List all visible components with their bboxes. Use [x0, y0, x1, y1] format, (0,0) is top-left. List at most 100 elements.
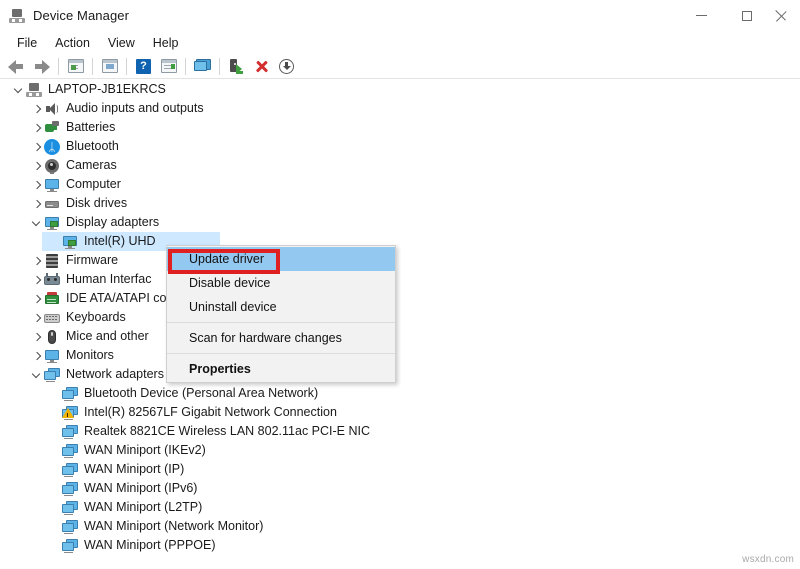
tree-expander-expand[interactable]: [28, 175, 44, 194]
tree-row-label: Mice and other: [66, 327, 149, 346]
scan-for-hardware-changes-icon: [229, 59, 244, 74]
tree-expander-collapse[interactable]: [28, 213, 44, 232]
update-driver-button[interactable]: [156, 55, 181, 77]
tree-expander-expand[interactable]: [28, 251, 44, 270]
tree-row[interactable]: Cameras: [0, 156, 800, 175]
tree-row[interactable]: WAN Miniport (IPv6): [0, 479, 800, 498]
tree-expander-collapse[interactable]: [10, 80, 26, 99]
tree-row[interactable]: Disk drives: [0, 194, 800, 213]
tree-row-label: Audio inputs and outputs: [66, 99, 204, 118]
tree-expander-none: [46, 498, 62, 517]
tree-row[interactable]: IDE ATA/ATAPI co: [0, 289, 800, 308]
tree-expander-collapse[interactable]: [28, 365, 44, 384]
scan-displays-icon: [194, 59, 211, 73]
tree-row-label: Intel(R) 82567LF Gigabit Network Connect…: [84, 403, 337, 422]
show-hide-console-tree-button[interactable]: [63, 55, 88, 77]
tree-expander-expand[interactable]: [28, 118, 44, 137]
tree-row[interactable]: Human Interfac: [0, 270, 800, 289]
tree-row[interactable]: Audio inputs and outputs: [0, 99, 800, 118]
tree-row[interactable]: Monitors: [0, 346, 800, 365]
tree-row-label: Batteries: [66, 118, 115, 137]
context-menu-item[interactable]: Update driver: [167, 247, 395, 271]
properties-button[interactable]: [97, 55, 122, 77]
tree-expander-none: [46, 441, 62, 460]
minimize-button[interactable]: [678, 0, 724, 31]
network-adapter-icon: [62, 462, 78, 478]
tree-row-label: Computer: [66, 175, 121, 194]
tree-expander-none: [46, 479, 62, 498]
context-menu-item[interactable]: Properties: [167, 357, 395, 381]
context-menu-item[interactable]: Scan for hardware changes: [167, 326, 395, 350]
display-adapter-icon: [44, 215, 60, 231]
tree-row-label: Cameras: [66, 156, 117, 175]
ide-controller-icon: [44, 291, 60, 307]
menu-action[interactable]: Action: [46, 34, 99, 52]
network-adapter-icon: [62, 519, 78, 535]
tree-expander-expand[interactable]: [28, 194, 44, 213]
maximize-button[interactable]: [724, 0, 770, 31]
tree-row[interactable]: Mice and other: [0, 327, 800, 346]
uninstall-device-button[interactable]: [249, 55, 274, 77]
tree-expander-expand[interactable]: [28, 156, 44, 175]
tree-row[interactable]: Realtek 8821CE Wireless LAN 802.11ac PCI…: [0, 422, 800, 441]
tree-expander-expand[interactable]: [28, 308, 44, 327]
camera-icon: [44, 158, 60, 174]
tree-expander-expand[interactable]: [28, 327, 44, 346]
tree-row-label: Keyboards: [66, 308, 126, 327]
tree-expander-expand[interactable]: [28, 99, 44, 118]
tree-row[interactable]: WAN Miniport (IP): [0, 460, 800, 479]
context-menu-item[interactable]: Uninstall device: [167, 295, 395, 319]
display-button[interactable]: [190, 55, 215, 77]
tree-row[interactable]: ᛦBluetooth: [0, 137, 800, 156]
tree-row-selected[interactable]: Intel(R) UHD: [0, 232, 800, 251]
bluetooth-icon: ᛦ: [44, 139, 60, 155]
forward-button[interactable]: [29, 55, 54, 77]
window-controls: [678, 0, 800, 31]
back-button[interactable]: [4, 55, 29, 77]
tree-expander-none: [46, 460, 62, 479]
uninstall-device-icon: [254, 59, 269, 74]
tree-row[interactable]: Intel(R) 82567LF Gigabit Network Connect…: [0, 403, 800, 422]
window-title: Device Manager: [33, 8, 129, 23]
tree-row-label: Monitors: [66, 346, 114, 365]
help-button[interactable]: ?: [131, 55, 156, 77]
properties-icon: [102, 59, 118, 73]
tree-row[interactable]: Bluetooth Device (Personal Area Network): [0, 384, 800, 403]
network-adapter-icon: [62, 424, 78, 440]
keyboard-icon: [44, 310, 60, 326]
back-arrow-icon: [8, 59, 25, 73]
tree-expander-expand[interactable]: [28, 270, 44, 289]
tree-row[interactable]: WAN Miniport (IKEv2): [0, 441, 800, 460]
close-icon: [776, 10, 788, 22]
toolbar-separator: [58, 58, 59, 75]
menu-view[interactable]: View: [99, 34, 144, 52]
tree-row-label: Display adapters: [66, 213, 159, 232]
tree-expander-expand[interactable]: [28, 137, 44, 156]
menu-file[interactable]: File: [8, 34, 46, 52]
network-adapter-warning-icon: [62, 405, 78, 421]
tree-row[interactable]: Keyboards: [0, 308, 800, 327]
tree-row[interactable]: WAN Miniport (L2TP): [0, 498, 800, 517]
tree-row[interactable]: Batteries: [0, 118, 800, 137]
close-button[interactable]: [770, 0, 800, 31]
tree-row-label: IDE ATA/ATAPI co: [66, 289, 167, 308]
tree-row[interactable]: WAN Miniport (Network Monitor): [0, 517, 800, 536]
tree-row[interactable]: Firmware: [0, 251, 800, 270]
tree-row[interactable]: Network adapters: [0, 365, 800, 384]
tree-row[interactable]: Display adapters: [0, 213, 800, 232]
device-tree[interactable]: LAPTOP-JB1EKRCSAudio inputs and outputsB…: [0, 80, 800, 569]
tree-expander-expand[interactable]: [28, 346, 44, 365]
tree-row[interactable]: LAPTOP-JB1EKRCS: [0, 80, 800, 99]
menu-help[interactable]: Help: [144, 34, 188, 52]
tree-row[interactable]: Computer: [0, 175, 800, 194]
mouse-icon: [44, 329, 60, 345]
tree-expander-expand[interactable]: [28, 289, 44, 308]
firmware-icon: [44, 253, 60, 269]
battery-icon: [44, 120, 60, 136]
scan-for-hardware-changes-button[interactable]: [224, 55, 249, 77]
display-adapter-icon: [62, 234, 78, 250]
context-menu[interactable]: Update driverDisable deviceUninstall dev…: [166, 245, 396, 383]
disable-device-button[interactable]: [274, 55, 299, 77]
tree-row[interactable]: WAN Miniport (PPPOE): [0, 536, 800, 555]
context-menu-item[interactable]: Disable device: [167, 271, 395, 295]
